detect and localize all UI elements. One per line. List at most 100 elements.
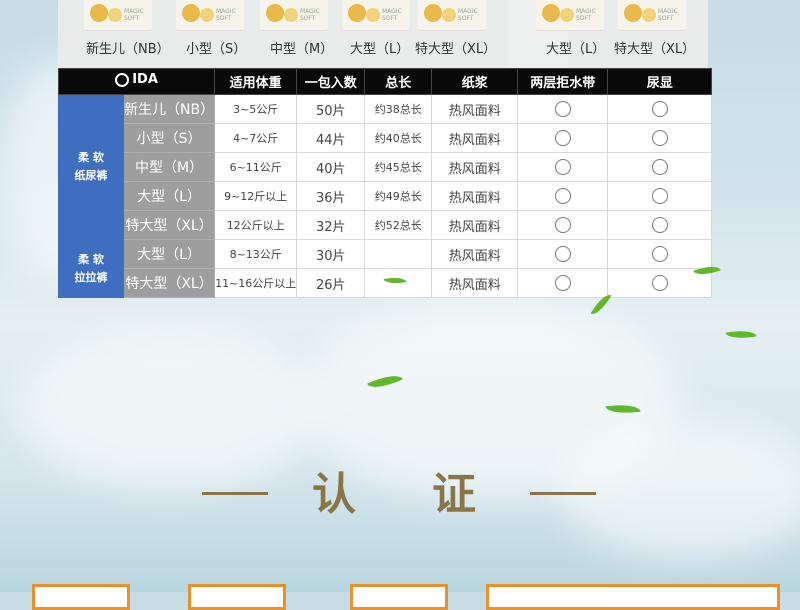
row-indicator	[607, 94, 713, 124]
cloud-1	[20, 330, 320, 490]
row-length: 约45总长	[364, 152, 433, 182]
row-weight: 12公斤以上	[214, 210, 298, 240]
circle-mark-icon	[554, 130, 571, 146]
top-size-label: 中型（M）	[270, 42, 334, 57]
row-indicator	[607, 181, 713, 211]
product-size-panel: MAGIC SOFT MAGIC SOFT MAGIC SOFT MAGIC S…	[58, 0, 708, 68]
certification-heading: 认证	[0, 470, 800, 520]
top-size-label: 大型（L）	[546, 42, 606, 57]
row-count: 50片	[296, 94, 366, 124]
product-thumb-xl: MAGIC SOFT	[418, 0, 486, 31]
row-length: 约49总长	[364, 181, 433, 211]
circle-mark-icon	[651, 130, 668, 146]
row-count: 26片	[296, 268, 366, 298]
row-pulp: 热风面料	[431, 268, 519, 298]
top-size-label: 小型（S）	[186, 42, 247, 57]
row-barrier	[517, 210, 609, 240]
circle-mark-icon	[554, 159, 571, 175]
header-pulp: 纸浆	[431, 68, 519, 95]
row-barrier	[517, 152, 609, 182]
row-indicator	[607, 210, 713, 240]
row-pulp: 热风面料	[431, 152, 519, 182]
row-pulp: 热风面料	[431, 239, 519, 269]
row-count: 30片	[296, 239, 366, 269]
header-length: 总长	[364, 68, 433, 95]
product-thumb-pants-xl: MAGIC SOFT	[618, 0, 686, 31]
certificate-card[interactable]	[188, 584, 286, 610]
circle-mark-icon	[554, 188, 571, 204]
logo-ring-icon	[115, 72, 130, 87]
spec-table: IDA 适用体重 一包入数 总长 纸浆 两层拒水带 尿显 柔 软纸尿裤 新生儿（…	[57, 68, 713, 298]
title-line-right	[530, 492, 596, 495]
row-length	[364, 239, 433, 269]
row-length: 约52总长	[364, 210, 433, 240]
table-row: 大型（L） 9~12斤以上 36片 约49总长 热风面料	[59, 181, 713, 211]
table-row: 柔 软拉拉裤 大型（L） 8~13公斤 30片 热风面料	[58, 239, 713, 298]
top-size-label: 大型（L）	[350, 42, 410, 57]
row-size: 小型（S）	[122, 123, 216, 153]
title-line-left	[202, 492, 268, 495]
row-size: 大型（L）	[122, 239, 216, 269]
row-weight: 11~16公斤以上	[214, 268, 298, 298]
top-size-label: 新生儿（NB）	[86, 42, 170, 57]
header-indicator: 尿显	[607, 68, 713, 95]
row-pulp: 热风面料	[431, 94, 519, 124]
certificate-card[interactable]	[32, 584, 130, 610]
certificate-card[interactable]	[486, 584, 780, 610]
circle-mark-icon	[651, 246, 668, 262]
row-barrier	[517, 94, 609, 124]
group-pants: 柔 软拉拉裤	[58, 239, 124, 298]
row-size: 特大型（XL）	[122, 268, 216, 298]
header-barrier: 两层拒水带	[517, 68, 609, 95]
circle-mark-icon	[651, 101, 668, 117]
row-pulp: 热风面料	[431, 123, 519, 153]
row-barrier	[517, 268, 609, 298]
row-pulp: 热风面料	[431, 210, 519, 240]
circle-mark-icon	[554, 246, 571, 262]
table-row: 特大型（XL） 11~16公斤以上 26片 热风面料	[59, 268, 713, 298]
product-thumb-m: MAGIC SOFT	[260, 0, 328, 31]
circle-mark-icon	[651, 275, 668, 291]
row-length: 约38总长	[364, 94, 433, 124]
circle-mark-icon	[651, 159, 668, 175]
row-size: 特大型（XL）	[122, 210, 216, 240]
table-row: 中型（M） 6~11公斤 40片 约45总长 热风面料	[59, 152, 713, 182]
product-thumb-nb: MAGIC SOFT	[84, 0, 152, 31]
row-indicator	[607, 152, 713, 182]
row-size: 新生儿（NB）	[122, 94, 216, 124]
row-count: 44片	[296, 123, 366, 153]
row-barrier	[517, 181, 609, 211]
row-size: 中型（M）	[122, 152, 216, 182]
row-weight: 6~11公斤	[214, 152, 298, 182]
leaf-decoration	[725, 327, 757, 342]
row-count: 40片	[296, 152, 366, 182]
table-row: 特大型（XL） 12公斤以上 32片 约52总长 热风面料	[59, 210, 713, 240]
group-diaper: 柔 软纸尿裤	[58, 94, 124, 240]
row-weight: 3~5公斤	[214, 94, 298, 124]
circle-mark-icon	[651, 188, 668, 204]
row-length: 约40总长	[364, 123, 433, 153]
row-weight: 4~7公斤	[214, 123, 298, 153]
row-weight: 9~12斤以上	[214, 181, 298, 211]
circle-mark-icon	[554, 217, 571, 233]
header-count: 一包入数	[296, 68, 366, 95]
row-barrier	[517, 239, 609, 269]
top-size-label: 特大型（XL）	[415, 42, 497, 57]
product-thumb-pants-l: MAGIC SOFT	[536, 0, 604, 31]
certificate-card[interactable]	[350, 584, 448, 610]
section-title: 认证	[312, 469, 552, 520]
row-count: 32片	[296, 210, 366, 240]
circle-mark-icon	[651, 217, 668, 233]
row-count: 36片	[296, 181, 366, 211]
row-weight: 8~13公斤	[214, 239, 298, 269]
product-thumb-l: MAGIC SOFT	[342, 0, 410, 31]
row-indicator	[607, 123, 713, 153]
row-pulp: 热风面料	[431, 181, 519, 211]
circle-mark-icon	[554, 101, 571, 117]
row-size: 大型（L）	[122, 181, 216, 211]
top-size-label: 特大型（XL）	[614, 42, 696, 57]
row-indicator	[607, 239, 713, 269]
table-row: 小型（S） 4~7公斤 44片 约40总长 热风面料	[59, 123, 713, 153]
brand-logo-cell: IDA	[57, 68, 216, 95]
product-thumb-s: MAGIC SOFT	[176, 0, 244, 31]
